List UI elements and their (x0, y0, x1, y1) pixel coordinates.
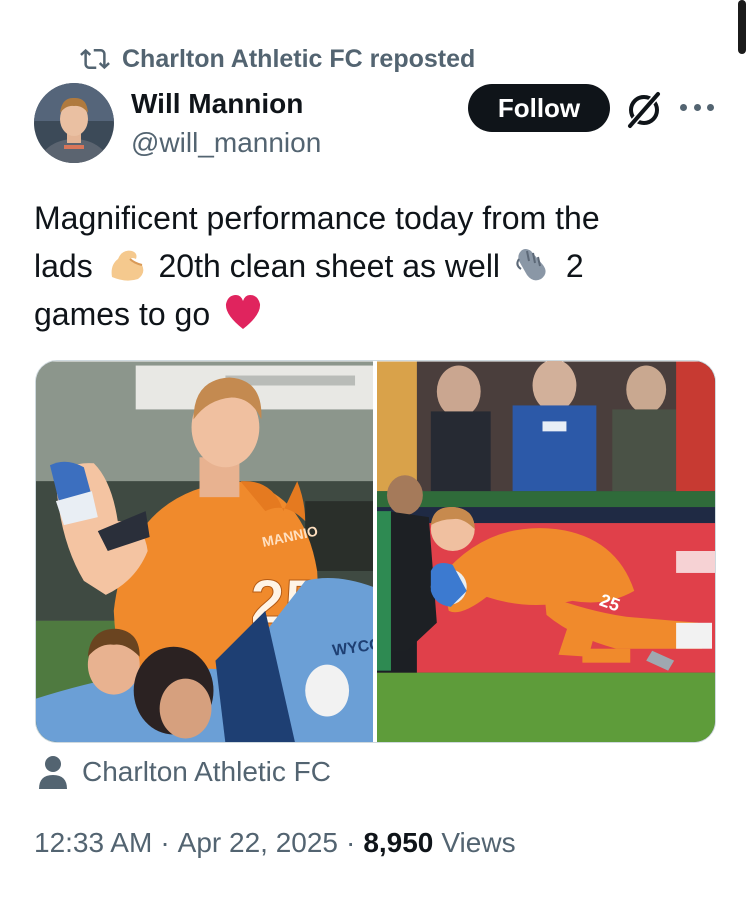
follow-button[interactable]: Follow (468, 84, 610, 132)
person-icon (39, 756, 67, 789)
gloves-emoji (516, 249, 546, 281)
tweet-line-3: games to go (34, 290, 714, 338)
tweet-line-2: lads 20th clean sheet as well 2 (34, 242, 714, 290)
media-gallery: MANNIO 25 WYCO 25 (35, 360, 716, 743)
tweet-line-1: Magnificent performance today from the (34, 200, 600, 236)
avatar[interactable] (34, 83, 114, 163)
meta-separator: · (160, 827, 170, 858)
heart-emoji (225, 295, 261, 329)
more-icon[interactable] (680, 92, 714, 122)
grok-icon[interactable] (622, 88, 666, 132)
tweet-time[interactable]: 12:33 AM (34, 827, 152, 859)
photo-goalkeeper-walkout[interactable]: MANNIO 25 WYCO (36, 361, 373, 743)
tweet-date[interactable]: Apr 22, 2025 (178, 827, 338, 859)
location-tag[interactable]: Charlton Athletic FC (38, 752, 331, 792)
meta-separator: · (345, 827, 356, 858)
views-label: Views (441, 827, 516, 858)
tweet-text: Magnificent performance today from the l… (34, 194, 714, 338)
location-label: Charlton Athletic FC (82, 756, 331, 787)
author-name[interactable]: Will Mannion (131, 88, 303, 120)
flexed-biceps-emoji (111, 250, 143, 281)
author-handle[interactable]: @will_mannion (131, 127, 321, 159)
views-count[interactable]: 8,950 (363, 827, 433, 859)
scroll-marker (738, 0, 746, 54)
photo-goalkeeper-save[interactable]: 25 (377, 361, 715, 743)
repost-label: Charlton Athletic FC reposted (122, 44, 476, 73)
repost-header[interactable]: Charlton Athletic FC reposted (80, 42, 475, 76)
tweet-meta: 12:33 AM · Apr 22, 2025 · 8,950 Views (34, 827, 516, 859)
repost-icon (80, 48, 110, 70)
